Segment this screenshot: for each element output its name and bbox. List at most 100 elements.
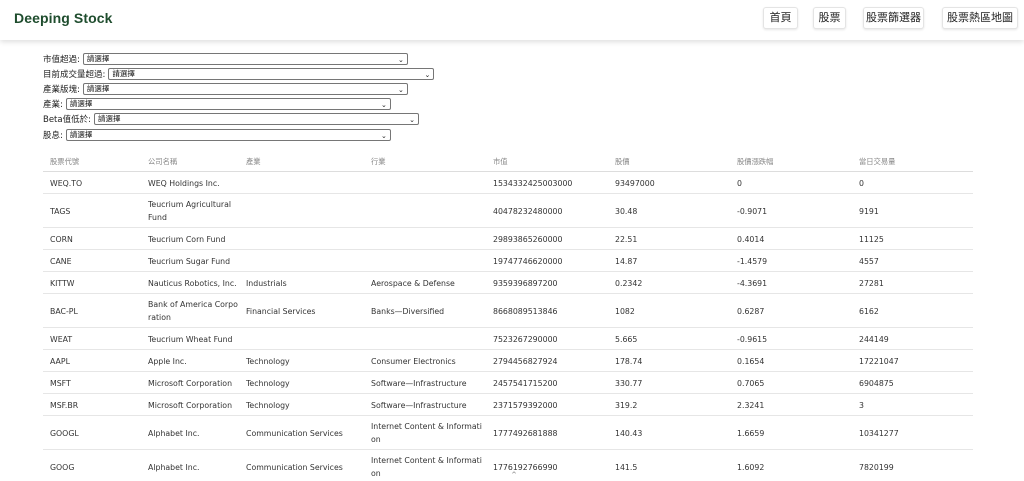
select-value: 請選擇: [97, 114, 121, 124]
cell-industry: Internet Content & Information: [371, 422, 482, 444]
filter-label: 目前成交量超過:: [43, 69, 106, 80]
cell-symbol: CORN: [50, 235, 73, 244]
cell-change: 0.4014: [737, 235, 765, 244]
cell-market-cap: 40478232480000: [493, 207, 563, 216]
chevron-down-icon: ⌄: [381, 131, 387, 140]
column-header-company[interactable]: 公司名稱: [148, 157, 177, 167]
cell-market-cap: 1776192766990: [493, 463, 558, 472]
cell-change: -4.3691: [737, 279, 768, 288]
column-header-symbol[interactable]: 股票代號: [50, 157, 79, 167]
cell-market-cap: 8668089513846: [493, 307, 558, 316]
cell-symbol: WEQ.TO: [50, 179, 83, 188]
nav-home-button[interactable]: 首頁: [763, 7, 798, 29]
chevron-down-icon: ⌄: [424, 70, 431, 79]
cell-change: -1.4579: [737, 257, 768, 266]
cell-price: 141.5: [615, 463, 638, 472]
cell-market-cap: 7523267290000: [493, 335, 558, 344]
dividend-select[interactable]: 請選擇 ⌄: [65, 128, 391, 141]
cell-price: 30.48: [615, 207, 638, 216]
cell-industry: Banks—Diversified: [371, 307, 445, 316]
filter-dividend: 股息: 請選擇 ⌄: [43, 127, 434, 142]
cell-symbol: BAC-PL: [50, 307, 78, 316]
table-row[interactable]: CANE Teucrium Sugar Fund 19747746620000 …: [43, 250, 973, 272]
cell-price: 14.87: [615, 257, 638, 266]
cell-volume: 244149: [859, 335, 889, 344]
brand-logo[interactable]: Deeping Stock: [14, 10, 113, 26]
market-cap-select[interactable]: 請選擇 ⌄: [82, 52, 408, 65]
cell-change: 0.1654: [737, 357, 765, 366]
cell-change: -0.9071: [737, 207, 768, 216]
table-row[interactable]: AAPL Apple Inc. Technology Consumer Elec…: [43, 350, 973, 372]
filter-panel: 市值超過: 請選擇 ⌄ 目前成交量超過: 請選擇 ⌄ 產業版塊: 請選擇 ⌄ 產…: [43, 51, 435, 142]
cell-market-cap: 2794456827924: [493, 357, 558, 366]
cell-company: Microsoft Corporation: [148, 401, 233, 410]
cell-sector: Communication Services: [246, 429, 343, 438]
filter-volume: 目前成交量超過: 請選擇 ⌄: [43, 66, 435, 81]
cell-company: Nauticus Robotics, Inc.: [148, 279, 237, 288]
cell-company: Alphabet Inc.: [148, 429, 200, 438]
cell-price: 178.74: [615, 357, 643, 366]
cell-volume: 6162: [859, 307, 879, 316]
cell-volume: 7820199: [859, 463, 894, 472]
beta-select[interactable]: 請選擇 ⌄: [93, 113, 419, 126]
stock-table: 股票代號 公司名稱 產業 行業 市值 股價 股價漲跌幅 當日交易量 WEQ.TO…: [43, 152, 973, 481]
nav-heatmap-button[interactable]: 股票熱區地圖: [942, 7, 1018, 29]
cell-market-cap: 9359396897200: [493, 279, 558, 288]
table-row[interactable]: MSFT Microsoft Corporation Technology So…: [43, 372, 973, 394]
select-value: 請選擇: [69, 129, 93, 139]
volume-select[interactable]: 請選擇 ⌄: [108, 67, 435, 80]
cell-market-cap: 19747746620000: [493, 257, 563, 266]
cell-change: 0: [737, 179, 742, 188]
column-header-sector[interactable]: 產業: [246, 157, 261, 167]
sector-select[interactable]: 請選擇 ⌄: [82, 82, 408, 95]
cell-volume: 0: [859, 179, 864, 188]
cell-change: 0.7065: [737, 379, 765, 388]
cell-symbol: GOOG: [50, 463, 75, 472]
column-header-market-cap[interactable]: 市值: [493, 157, 508, 167]
column-header-industry[interactable]: 行業: [371, 157, 386, 167]
table-row[interactable]: CORN Teucrium Corn Fund 29893865260000 2…: [43, 228, 973, 250]
cell-change: 2.3241: [737, 401, 765, 410]
table-row[interactable]: GOOGL Alphabet Inc. Communication Servic…: [43, 416, 973, 450]
cell-volume: 4557: [859, 257, 879, 266]
cell-sector: Technology: [246, 357, 290, 366]
cell-industry: Aerospace & Defense: [371, 279, 455, 288]
table-row[interactable]: KITTW Nauticus Robotics, Inc. Industrial…: [43, 272, 973, 294]
filter-label: 市值超過:: [43, 54, 80, 65]
nav-stocks-button[interactable]: 股票: [813, 7, 846, 29]
nav-screener-button[interactable]: 股票篩選器: [863, 7, 924, 29]
column-header-volume[interactable]: 當日交易量: [859, 157, 895, 167]
table-row[interactable]: WEAT Teucrium Wheat Fund 7523267290000 5…: [43, 328, 973, 350]
chevron-down-icon: ⌄: [398, 85, 404, 94]
cell-symbol: MSF.BR: [50, 401, 79, 410]
column-header-change[interactable]: 股價漲跌幅: [737, 157, 773, 167]
cell-company: Bank of America Corporation: [148, 300, 238, 322]
cell-change: 1.6092: [737, 463, 765, 472]
cell-market-cap: 1534332425003000: [493, 179, 573, 188]
table-row[interactable]: BAC-PL Bank of America Corporation Finan…: [43, 294, 973, 328]
cell-industry: Internet Content & Information: [371, 456, 482, 478]
cell-company: Teucrium Agricultural Fund: [148, 200, 232, 222]
cell-symbol: TAGS: [50, 207, 71, 216]
scroll-up-icon[interactable]: ⌃: [507, 471, 521, 481]
cell-market-cap: 2371579392000: [493, 401, 558, 410]
cell-market-cap: 1777492681888: [493, 429, 558, 438]
industry-select[interactable]: 請選擇 ⌄: [65, 98, 391, 111]
cell-price: 0.2342: [615, 279, 643, 288]
cell-price: 330.77: [615, 379, 643, 388]
cell-symbol: KITTW: [50, 279, 75, 288]
table-row[interactable]: WEQ.TO WEQ Holdings Inc. 153433242500300…: [43, 172, 973, 194]
column-header-price[interactable]: 股價: [615, 157, 630, 167]
cell-volume: 17221047: [859, 357, 899, 366]
top-navbar: Deeping Stock 首頁 股票 股票篩選器 股票熱區地圖: [0, 0, 1024, 40]
cell-sector: Industrials: [246, 279, 287, 288]
cell-company: Teucrium Wheat Fund: [148, 335, 233, 344]
cell-price: 93497000: [615, 179, 655, 188]
cell-volume: 6904875: [859, 379, 894, 388]
table-row[interactable]: TAGS Teucrium Agricultural Fund 40478232…: [43, 194, 973, 228]
cell-price: 5.665: [615, 335, 638, 344]
filter-industry: 產業: 請選擇 ⌄: [43, 97, 434, 112]
chevron-down-icon: ⌄: [398, 55, 404, 64]
table-row[interactable]: MSF.BR Microsoft Corporation Technology …: [43, 394, 973, 416]
filter-label: Beta值低於:: [43, 115, 91, 126]
